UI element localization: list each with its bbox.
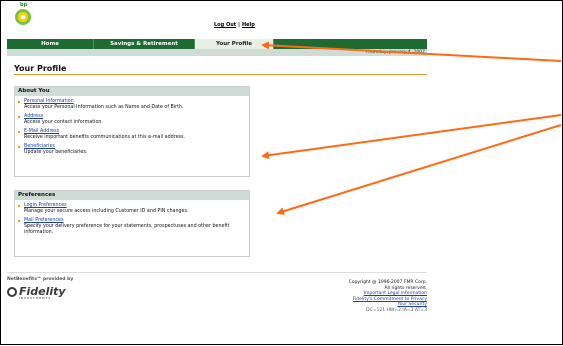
title-divider [14,74,427,75]
item-description: Manage your secure access including Cust… [24,209,189,214]
mail-preferences-link[interactable]: Mail Preferences [24,218,63,223]
bullet-icon [18,131,20,133]
bullet-icon [18,205,20,207]
arrow-to-preferences-section [276,124,562,216]
fidelity-logo: Fidelity INVESTMENTS [7,285,77,300]
about-you-heading: About You [15,87,249,96]
fidelity-logo-subtext: INVESTMENTS [19,296,52,300]
preferences-section: Preferences Login Preferences Manage you… [14,190,250,257]
bp-logo: bp [14,2,34,25]
login-preferences-link[interactable]: Login Preferences [24,203,67,208]
item-description: Access your contact information. [24,120,103,125]
nav-filler [274,39,427,49]
list-item: Login Preferences Manage your secure acc… [15,203,249,215]
preferences-heading: Preferences [15,191,249,200]
main-nav: Home Savings & Retirement Your Profile [7,39,427,49]
list-item: Address Access your contact information. [15,114,249,126]
list-item: E-Mail Address Receive important benefit… [15,129,249,141]
server-codes: DC=121 HW=2 IA=3 AT=3 [366,307,427,313]
netbenefits-provided-by: NetBenefits℠ provided by [7,277,74,282]
bp-helios-icon [15,9,31,25]
personal-information-link[interactable]: Personal Information [24,99,74,104]
list-item: Personal Information Access your Persona… [15,99,249,111]
top-links: Log Out | Help [214,22,255,28]
arrow-to-about-you-section [261,114,562,160]
list-item: Mail Preferences Specify your delivery p… [15,218,249,236]
item-description: Access your Personal Information such as… [24,105,184,110]
fidelity-pyramid-icon [7,287,17,297]
item-description: Specify your delivery preference for you… [24,224,230,235]
bullet-icon [18,220,20,222]
logout-link[interactable]: Log Out [214,22,236,28]
date-band: Thursday, January 4, 2007 [7,49,427,56]
email-address-link[interactable]: E-Mail Address [24,129,59,134]
beneficiaries-link[interactable]: Beneficiaries [24,144,55,149]
item-description: Receive important benefits communication… [24,135,186,140]
tab-savings-retirement[interactable]: Savings & Retirement [94,39,195,49]
current-date: Thursday, January 4, 2007 [365,50,425,55]
page-title: Your Profile [14,64,67,73]
tab-your-profile[interactable]: Your Profile [195,39,274,49]
bullet-icon [18,146,20,148]
copyright-text: Copyright @ 1996-2007 FMR Corp. [348,280,427,285]
about-you-section: About You Personal Information Access yo… [14,86,250,177]
tab-home[interactable]: Home [7,39,94,49]
help-link[interactable]: Help [242,22,255,28]
address-link[interactable]: Address [24,114,43,119]
footer-divider [7,272,427,273]
browser-frame: bp Log Out | Help Home Savings & Retiremen… [0,0,563,345]
item-description: Update your beneficiaries. [24,150,88,155]
top-links-separator: | [238,22,240,28]
list-item: Beneficiaries Update your beneficiaries. [15,144,249,156]
copyright-block: Copyright @ 1996-2007 FMR Corp. All righ… [349,280,427,313]
bullet-icon [18,116,20,118]
bp-logo-text: bp [20,2,28,8]
bullet-icon [18,101,20,103]
